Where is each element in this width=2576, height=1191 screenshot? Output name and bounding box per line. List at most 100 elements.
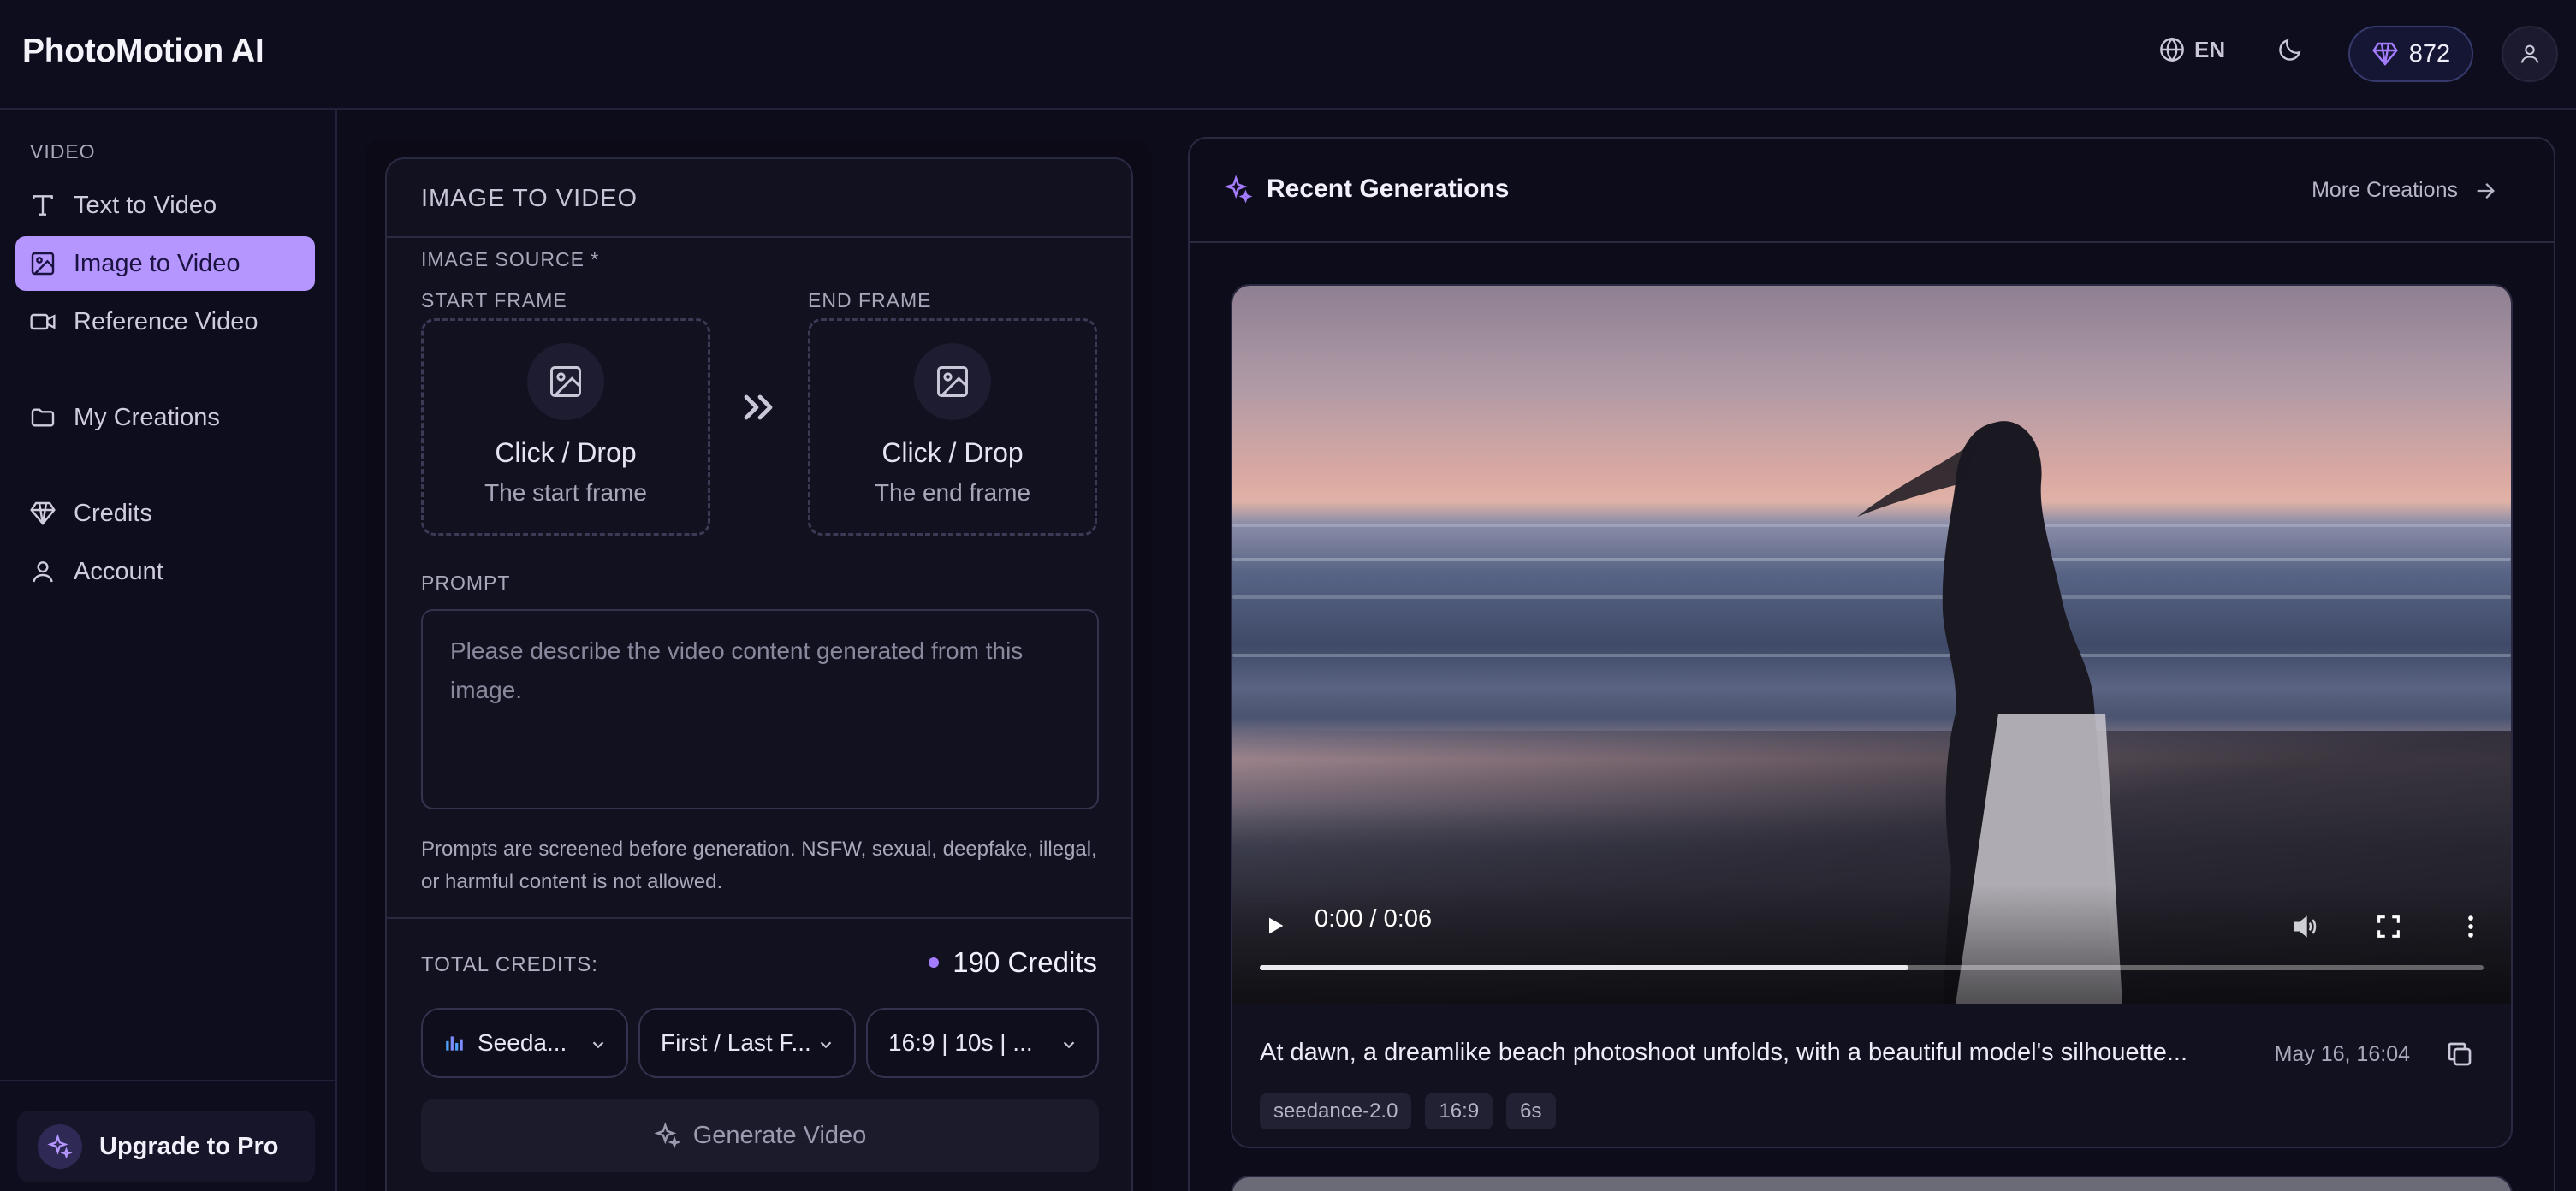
image-icon xyxy=(31,252,55,276)
sidebar-item-label: Reference Video xyxy=(74,307,258,335)
image-source-label: IMAGE SOURCE * xyxy=(421,248,600,270)
tag-aspect-ratio: 16:9 xyxy=(1425,1093,1493,1129)
sidebar-item-image-to-video[interactable]: Image to Video xyxy=(15,236,315,291)
generation-date: May 16, 16:04 xyxy=(2274,1042,2410,1066)
upgrade-button[interactable]: Upgrade to Pro xyxy=(17,1111,315,1182)
start-frame-subtitle: The start frame xyxy=(484,479,647,506)
total-credits-label: TOTAL CREDITS: xyxy=(421,953,598,976)
form-title: IMAGE TO VIDEO xyxy=(421,185,638,212)
video-progress-fill xyxy=(1260,965,1908,970)
status-dot xyxy=(929,957,940,968)
sidebar-item-account[interactable]: Account xyxy=(15,544,315,599)
recent-generations-panel: Recent Generations More Creations 0:00 /… xyxy=(1188,137,2555,1191)
form-header: IMAGE TO VIDEO xyxy=(387,159,1131,238)
prompt-input[interactable]: Please describe the video content genera… xyxy=(421,609,1099,809)
generation-tags: seedance-2.0 16:9 6s xyxy=(1260,1093,1556,1129)
format-select[interactable]: 16:9 | 10s | ... xyxy=(866,1008,1099,1078)
folder-icon xyxy=(31,408,55,427)
mode-select[interactable]: First / Last F... xyxy=(638,1008,856,1078)
moon-icon xyxy=(2279,39,2301,61)
tag-duration: 6s xyxy=(1506,1093,1556,1129)
language-switcher[interactable]: EN xyxy=(2158,36,2225,63)
generate-video-label: Generate Video xyxy=(692,1121,867,1149)
video-player[interactable]: 0:00 / 0:06 xyxy=(1232,286,2511,1004)
top-bar: PhotoMotion AI EN 872 xyxy=(0,0,2576,110)
sidebar-footer: Upgrade to Pro xyxy=(0,1080,335,1191)
video-controls xyxy=(1232,885,2511,1004)
chevron-down-icon xyxy=(820,1041,832,1049)
sidebar-section-video: VIDEO xyxy=(30,140,96,163)
video-current-time: 0:00 xyxy=(1315,905,1363,933)
chevrons-right-icon xyxy=(738,387,779,428)
fullscreen-icon[interactable] xyxy=(2374,912,2403,941)
user-icon xyxy=(33,561,53,583)
more-options-icon[interactable] xyxy=(2456,912,2485,941)
sparkles-icon xyxy=(38,1124,82,1169)
user-icon xyxy=(2520,44,2539,63)
chevron-down-icon xyxy=(1063,1041,1075,1049)
image-to-video-form: IMAGE TO VIDEO IMAGE SOURCE * START FRAM… xyxy=(385,157,1133,1191)
end-frame-dropzone[interactable]: Click / Drop The end frame xyxy=(808,318,1097,536)
gem-icon xyxy=(30,501,56,525)
sidebar-item-label: My Creations xyxy=(74,403,220,431)
play-icon[interactable] xyxy=(1263,914,1287,938)
sidebar-item-my-creations[interactable]: My Creations xyxy=(15,390,315,445)
recent-generations-header: Recent Generations More Creations xyxy=(1190,139,2554,243)
sidebar-item-label: Text to Video xyxy=(74,191,217,219)
end-frame-subtitle: The end frame xyxy=(874,479,1031,506)
generation-card: 0:00 / 0:06 At dawn, a dreamlike beach p… xyxy=(1231,284,2513,1148)
image-upload-icon xyxy=(914,343,991,420)
arrow-right-icon xyxy=(2477,182,2495,198)
mode-select-value: First / Last F... xyxy=(661,1029,811,1056)
total-credits-value: 190 Credits xyxy=(929,946,1097,979)
generation-caption: At dawn, a dreamlike beach photoshoot un… xyxy=(1260,1039,2188,1066)
tag-model: seedance-2.0 xyxy=(1260,1093,1412,1129)
credits-balance[interactable]: 872 xyxy=(2348,26,2473,82)
recent-generations-label: Recent Generations xyxy=(1267,175,1510,203)
recent-generations-title: Recent Generations xyxy=(1224,175,1509,204)
content-policy-notice: Prompts are screened before generation. … xyxy=(421,838,1097,893)
video-time: 0:00 / 0:06 xyxy=(1315,905,1432,933)
sparkles-icon xyxy=(654,1122,681,1149)
theme-toggle[interactable] xyxy=(2276,36,2311,70)
sidebar-item-credits[interactable]: Credits xyxy=(15,486,315,541)
image-upload-icon xyxy=(527,343,604,420)
generate-video-button[interactable]: Generate Video xyxy=(421,1099,1099,1172)
video-camera-icon xyxy=(30,313,56,330)
more-creations-label: More Creations xyxy=(2312,178,2458,202)
sidebar-item-label: Credits xyxy=(74,499,152,527)
bar-chart-icon xyxy=(446,1036,463,1051)
generation-card-next xyxy=(1231,1176,2513,1191)
sidebar-item-label: Image to Video xyxy=(74,249,240,277)
video-progress-bar[interactable] xyxy=(1260,965,2484,970)
sidebar-item-text-to-video[interactable]: Text to Video xyxy=(15,178,315,233)
sparkles-icon xyxy=(1224,175,1253,204)
end-frame-label: END FRAME xyxy=(808,289,932,311)
start-frame-title: Click / Drop xyxy=(495,437,637,468)
start-frame-dropzone[interactable]: Click / Drop The start frame xyxy=(421,318,710,536)
chevron-down-icon xyxy=(592,1041,604,1049)
total-credits-amount: 190 Credits xyxy=(953,946,1097,978)
avatar[interactable] xyxy=(2502,26,2558,82)
brand-logo[interactable]: PhotoMotion AI xyxy=(22,33,264,70)
model-select-value: Seeda... xyxy=(478,1029,567,1056)
format-select-value: 16:9 | 10s | ... xyxy=(888,1029,1033,1056)
copy-icon[interactable] xyxy=(2444,1039,2475,1070)
more-creations-link[interactable]: More Creations xyxy=(2312,178,2497,203)
globe-icon xyxy=(2160,37,2184,62)
language-label: EN xyxy=(2194,36,2226,62)
sidebar-item-reference-video[interactable]: Reference Video xyxy=(15,294,315,349)
gem-icon xyxy=(2371,42,2398,66)
video-total-time: 0:06 xyxy=(1383,905,1433,933)
end-frame-title: Click / Drop xyxy=(881,437,1024,468)
form-footer: TOTAL CREDITS: 190 Credits Seeda... Firs… xyxy=(387,917,1131,1191)
model-select[interactable]: Seeda... xyxy=(421,1008,628,1078)
credits-count: 872 xyxy=(2408,39,2451,68)
volume-icon[interactable] xyxy=(2290,912,2319,941)
start-frame-label: START FRAME xyxy=(421,289,567,311)
upgrade-label: Upgrade to Pro xyxy=(99,1132,279,1160)
sidebar-item-label: Account xyxy=(74,557,163,585)
prompt-label: PROMPT xyxy=(421,572,511,594)
sidebar: VIDEO Text to Video Image to Video Refer… xyxy=(0,110,337,1191)
text-icon xyxy=(33,195,53,216)
